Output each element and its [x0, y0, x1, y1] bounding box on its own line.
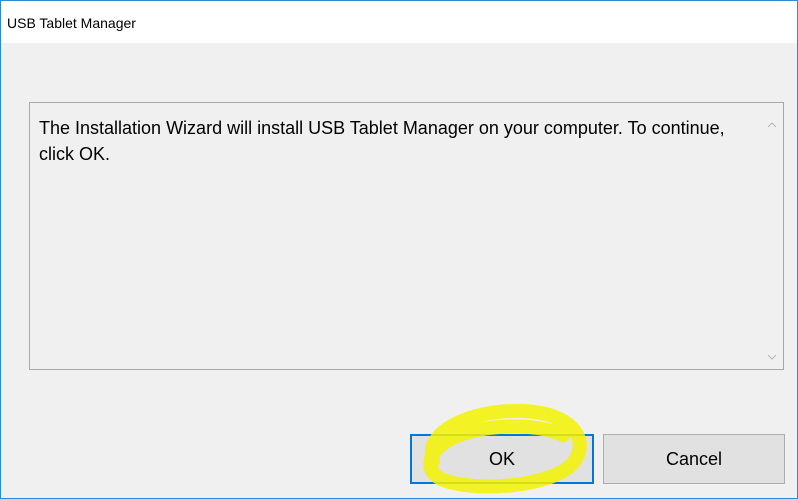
cancel-button-label: Cancel: [665, 449, 723, 469]
cancel-button[interactable]: Cancel: [603, 434, 785, 484]
installer-dialog-window: USB Tablet Manager The Installation Wiza…: [0, 0, 798, 499]
chevron-down-icon[interactable]: [761, 349, 783, 367]
chevron-up-icon[interactable]: [761, 117, 783, 135]
window-title: USB Tablet Manager: [7, 15, 136, 31]
ok-button[interactable]: OK: [410, 434, 594, 484]
ok-button-label: OK: [488, 449, 515, 469]
vertical-scrollbar[interactable]: [761, 103, 783, 369]
message-text: The Installation Wizard will install USB…: [39, 118, 725, 164]
title-bar[interactable]: USB Tablet Manager: [1, 1, 797, 43]
message-text-area[interactable]: The Installation Wizard will install USB…: [29, 102, 784, 370]
